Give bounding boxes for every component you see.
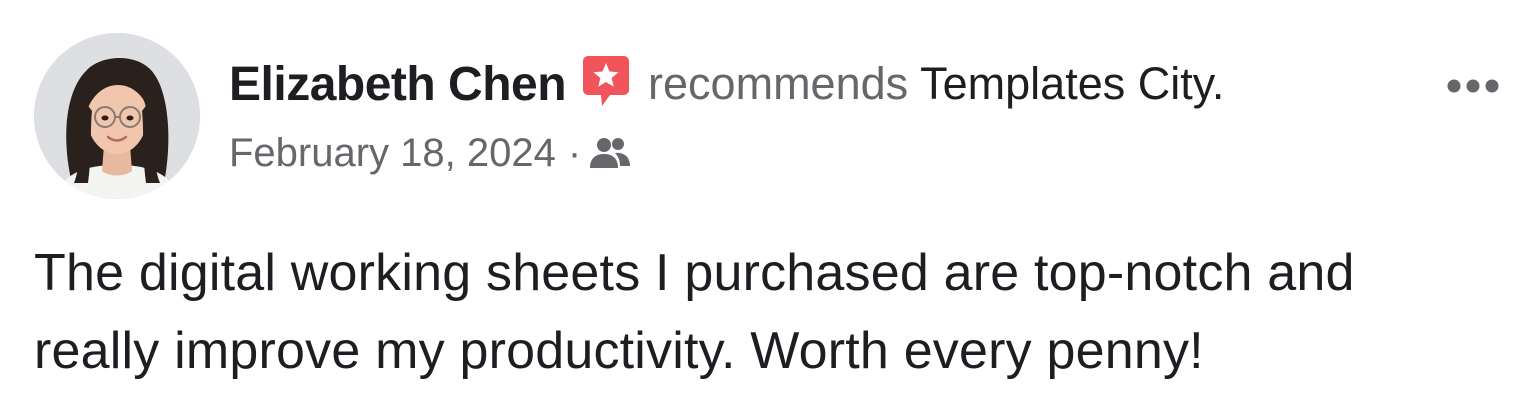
recommend-action-text: recommends [648,58,909,109]
post-meta: February 18, 2024 · [229,128,631,178]
friends-audience-icon[interactable] [589,136,631,170]
page-name-link[interactable]: Templates City. [920,58,1224,110]
post-body-text: The digital working sheets I purchased a… [34,244,1355,380]
post-header-line: Elizabeth Chen recommends Templates City… [229,54,1224,114]
author-name[interactable]: Elizabeth Chen [229,57,567,112]
recommendation-post: Elizabeth Chen recommends Templates City… [0,0,1536,411]
meta-separator: · [567,130,582,175]
avatar-image [34,33,200,199]
more-options-icon [1447,79,1499,93]
more-options-button[interactable] [1440,66,1506,106]
recommend-star-icon [582,54,630,108]
avatar[interactable] [34,33,200,199]
post-date[interactable]: February 18, 2024 [229,131,556,176]
